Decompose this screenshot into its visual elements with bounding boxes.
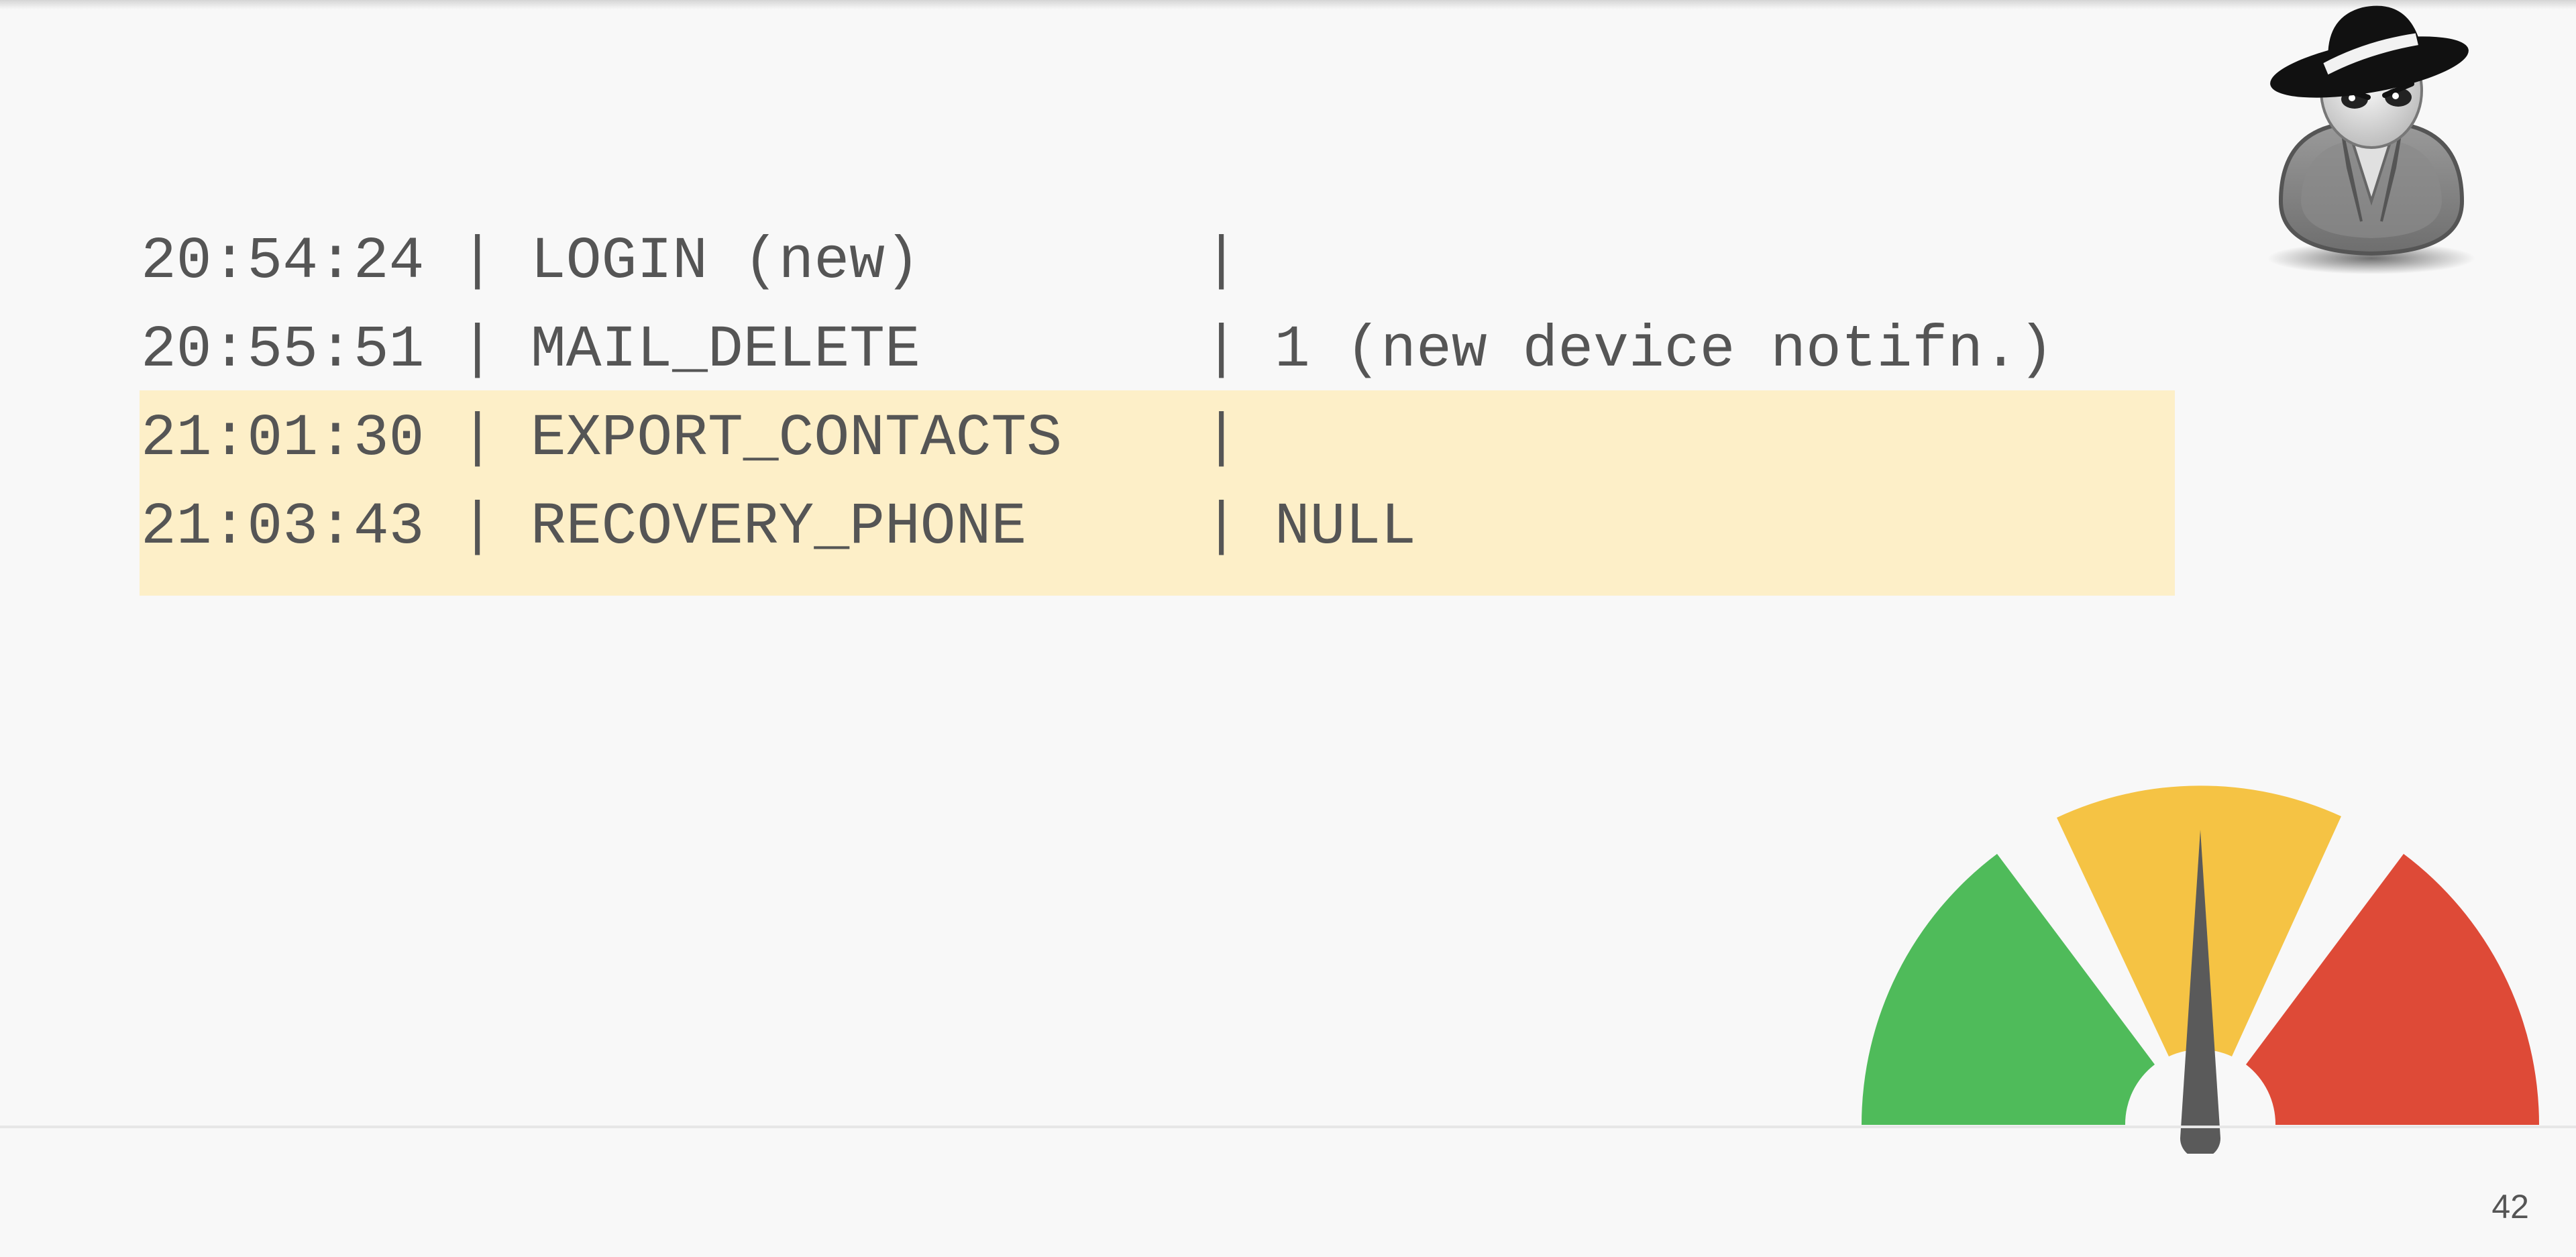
footer-divider: [0, 1126, 2576, 1128]
page-number: 42: [2491, 1188, 2529, 1225]
spy-icon: [2267, 5, 2475, 274]
log-row-mail-delete: 20:55:51 | MAIL_DELETE | 1 (new device n…: [141, 317, 2054, 384]
risk-gauge-icon: [1862, 785, 2539, 1154]
log-row-export-contacts: 21:01:30 | EXPORT_CONTACTS |: [141, 406, 1240, 472]
activity-log: 20:54:24 | LOGIN (new) | 20:55:51 | MAIL…: [141, 218, 2174, 572]
log-row-login: 20:54:24 | LOGIN (new) |: [141, 229, 1240, 295]
log-row-recovery-phone: 21:03:43 | RECOVERY_PHONE | NULL: [141, 494, 1417, 561]
top-edge-shadow: [0, 0, 2576, 9]
